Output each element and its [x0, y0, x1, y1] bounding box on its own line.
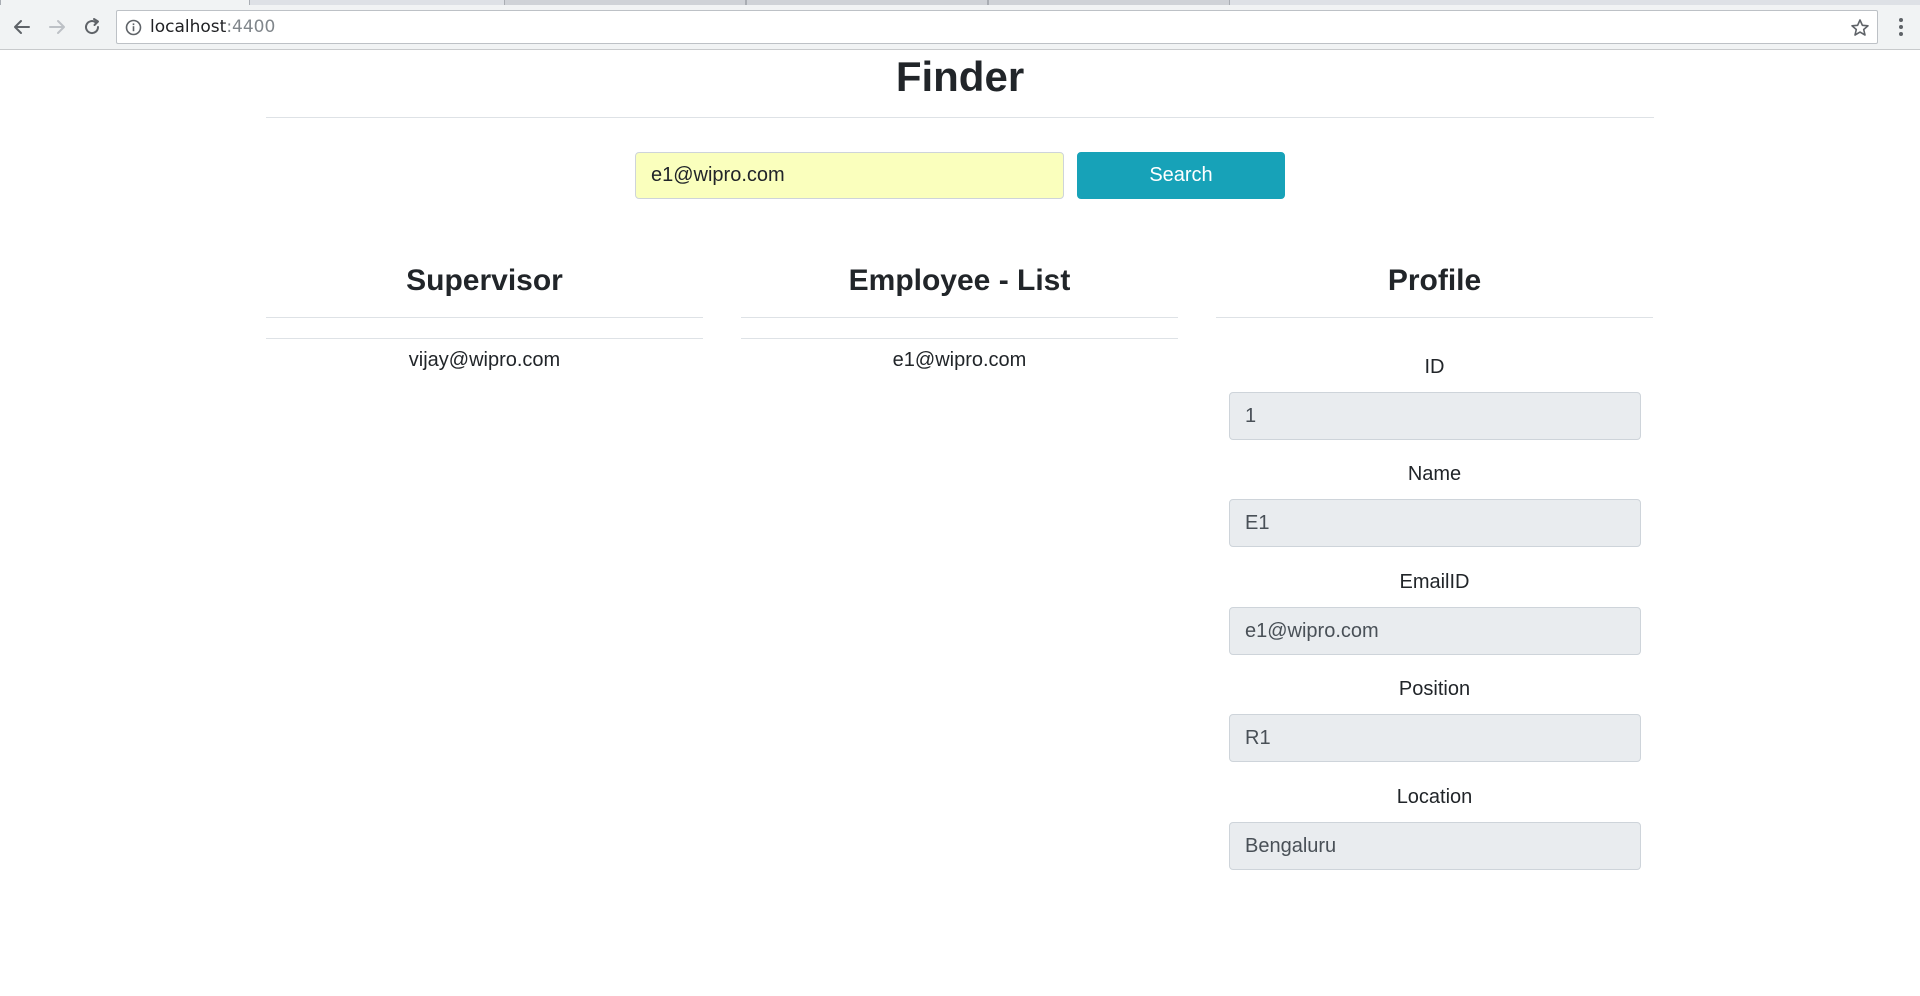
supervisor-list-divider — [266, 338, 703, 339]
page-title: Finder — [895, 53, 1025, 100]
arrow-right-icon — [49, 20, 65, 34]
arrow-left-icon — [14, 20, 30, 34]
reload-icon — [85, 18, 100, 35]
info-icon[interactable] — [125, 19, 142, 36]
supervisor-email[interactable]: vijay@wipro.com — [266, 346, 703, 374]
profile-position-label: Position — [1398, 678, 1471, 700]
profile-divider — [1216, 317, 1653, 318]
profile-id-label: ID — [1424, 356, 1445, 378]
profile-location-label: Location — [1396, 786, 1473, 808]
address-bar[interactable]: localhost:4400 — [116, 10, 1878, 44]
back-button[interactable] — [6, 11, 38, 43]
reload-button[interactable] — [76, 11, 108, 43]
profile-id-field[interactable] — [1229, 392, 1641, 440]
profile-name-label: Name — [1407, 463, 1462, 485]
url-text: localhost:4400 — [150, 11, 275, 43]
profile-location-field[interactable] — [1229, 822, 1641, 870]
url-host: localhost — [150, 17, 227, 37]
browser-toolbar: localhost:4400 — [0, 5, 1920, 50]
url-port: :4400 — [226, 17, 276, 37]
search-input[interactable] — [635, 152, 1064, 199]
profile-email-field[interactable] — [1229, 607, 1641, 655]
search-button[interactable]: Search — [1077, 152, 1285, 199]
employee-list-items-divider — [741, 338, 1178, 339]
employee-list-heading: Employee - List — [848, 264, 1071, 297]
star-icon — [1851, 19, 1869, 36]
profile-heading: Profile — [1387, 264, 1482, 297]
profile-name-field[interactable] — [1229, 499, 1641, 547]
supervisor-divider — [266, 317, 703, 318]
browser-menu-button[interactable] — [1890, 11, 1912, 43]
kebab-menu-icon — [1899, 18, 1903, 36]
profile-position-field[interactable] — [1229, 714, 1641, 762]
bookmark-star-icon[interactable] — [1849, 17, 1871, 39]
profile-email-label: EmailID — [1399, 571, 1470, 593]
forward-button[interactable] — [41, 11, 73, 43]
title-divider — [266, 117, 1654, 118]
employee-email[interactable]: e1@wipro.com — [741, 346, 1178, 374]
page-content: Finder Search Supervisor vijay@wipro.com… — [0, 50, 1920, 996]
supervisor-heading: Supervisor — [406, 264, 563, 297]
employee-list-divider — [741, 317, 1178, 318]
